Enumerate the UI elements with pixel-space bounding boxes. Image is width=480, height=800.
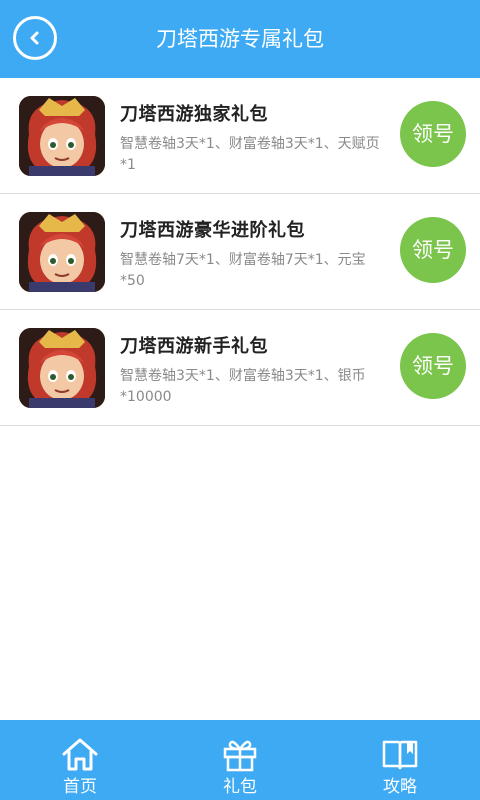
gift-desc: 智慧卷轴7天*1、财富卷轴7天*1、元宝*50 <box>120 252 366 289</box>
gift-desc: 智慧卷轴3天*1、财富卷轴3天*1、银币*10000 <box>120 368 366 405</box>
game-avatar <box>19 328 105 408</box>
gift-desc: 智慧卷轴3天*1、财富卷轴3天*1、天赋页*1 <box>120 136 380 173</box>
nav-label: 首页 <box>63 777 97 797</box>
claim-button[interactable]: 领号 <box>400 101 466 167</box>
gift-item[interactable]: 刀塔西游独家礼包 智慧卷轴3天*1、财富卷轴3天*1、天赋页*1 领号 <box>0 78 480 194</box>
gift-icon <box>223 740 257 772</box>
nav-label: 礼包 <box>223 777 257 797</box>
gift-item[interactable]: 刀塔西游豪华进阶礼包 智慧卷轴7天*1、财富卷轴7天*1、元宝*50 领号 <box>0 194 480 310</box>
gift-title: 刀塔西游豪华进阶礼包 <box>120 220 305 241</box>
claim-button[interactable]: 领号 <box>400 333 466 399</box>
book-icon <box>382 740 418 770</box>
bottom-nav: 首页 礼包 攻略 <box>0 720 480 800</box>
gift-list: 刀塔西游独家礼包 智慧卷轴3天*1、财富卷轴3天*1、天赋页*1 领号 刀塔西游… <box>0 78 480 426</box>
home-icon <box>62 738 98 771</box>
claim-button[interactable]: 领号 <box>400 217 466 283</box>
gift-title: 刀塔西游新手礼包 <box>120 336 268 357</box>
nav-item-guide[interactable]: 攻略 <box>320 720 480 800</box>
nav-item-home[interactable]: 首页 <box>0 720 160 800</box>
gift-item[interactable]: 刀塔西游新手礼包 智慧卷轴3天*1、财富卷轴3天*1、银币*10000 领号 <box>0 310 480 426</box>
nav-label: 攻略 <box>383 777 417 797</box>
header-bar: 刀塔西游专属礼包 <box>0 0 480 78</box>
app-root: 刀塔西游专属礼包 刀塔西游独家礼包 智慧卷轴3天*1、财富卷轴3天*1、天赋页*… <box>0 0 480 800</box>
game-avatar <box>19 212 105 292</box>
page-title: 刀塔西游专属礼包 <box>156 27 324 51</box>
game-avatar <box>19 96 105 176</box>
nav-item-gift[interactable]: 礼包 <box>160 720 320 800</box>
gift-title: 刀塔西游独家礼包 <box>120 104 268 125</box>
